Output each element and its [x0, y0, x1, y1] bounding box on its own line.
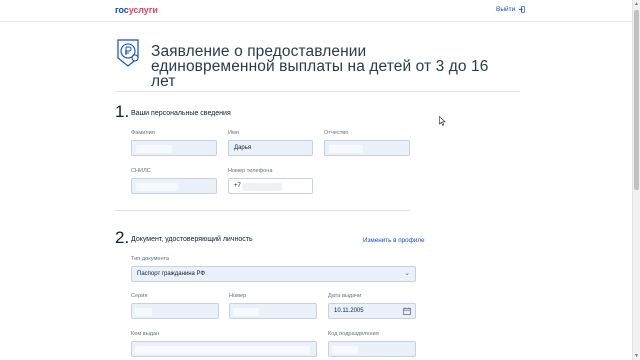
- redacted-mask: [136, 144, 172, 153]
- patronymic-label: Отчество: [324, 130, 349, 136]
- gosuslugi-logo[interactable]: госуслуги: [115, 5, 158, 15]
- phone-prefix: +7: [234, 183, 241, 189]
- division-code-field[interactable]: [328, 341, 416, 357]
- top-bar: госуслуги Выйти: [0, 0, 632, 22]
- redacted-mask: [135, 345, 310, 354]
- section-title-personal: Ваши персональные сведения: [131, 110, 231, 117]
- page-title: Заявление о предоставлении единовременно…: [151, 43, 489, 90]
- name-field[interactable]: Дарья: [228, 140, 313, 156]
- doc-type-value: Паспорт гражданина РФ: [137, 271, 206, 277]
- scroll-up-arrow-icon[interactable]: ▲: [634, 1, 639, 7]
- number-label: Номер: [229, 293, 247, 299]
- issue-date-label: Дата выдачи: [328, 293, 362, 299]
- logout-label: Выйти: [496, 6, 516, 13]
- issued-by-label: Кем выдан: [131, 331, 160, 337]
- section-divider: [115, 210, 410, 211]
- redacted-mask: [329, 144, 363, 153]
- surname-label: Фамилия: [131, 130, 155, 136]
- redacted-mask: [233, 307, 259, 316]
- calendar-icon[interactable]: [403, 307, 411, 315]
- number-field[interactable]: [229, 303, 317, 319]
- logout-icon: [518, 6, 525, 13]
- series-label: Серия: [131, 293, 148, 299]
- snils-field[interactable]: [131, 178, 217, 194]
- doc-type-label: Тип документа: [131, 256, 170, 262]
- title-divider: [115, 91, 520, 92]
- redacted-mask: [332, 345, 358, 354]
- issue-date-value: 10.11.2005: [334, 308, 364, 314]
- edit-in-profile-link[interactable]: Изменить в профиле: [363, 237, 425, 244]
- redacted-mask: [242, 182, 282, 191]
- doc-type-select[interactable]: Паспорт гражданина РФ ⌄: [131, 266, 416, 282]
- step-number-2: 2.: [115, 228, 130, 247]
- snils-label: СНИЛС: [131, 168, 151, 174]
- logout-button[interactable]: Выйти: [496, 6, 525, 13]
- surname-field[interactable]: [131, 140, 217, 156]
- section-title-identity-document: Документ, удостоверяющий личность: [131, 236, 253, 243]
- ruble-coins-icon: [117, 39, 139, 67]
- issued-by-field[interactable]: [131, 341, 317, 357]
- mouse-pointer-icon: [439, 116, 446, 126]
- page-scrollbar[interactable]: ▲ ▼: [632, 0, 640, 360]
- scrollbar-thumb[interactable]: [634, 10, 639, 190]
- redacted-mask: [136, 182, 178, 191]
- phone-label: Номер телефона: [228, 168, 273, 174]
- redacted-mask: [135, 307, 152, 316]
- name-label: Имя: [228, 130, 239, 136]
- scroll-down-arrow-icon[interactable]: ▼: [634, 353, 639, 359]
- logo-uslugi-text: услуги: [128, 5, 158, 15]
- issue-date-field[interactable]: 10.11.2005: [328, 303, 416, 319]
- name-value: Дарья: [234, 145, 252, 151]
- patronymic-field[interactable]: [324, 140, 410, 156]
- division-code-label: Код подразделения: [328, 331, 379, 337]
- logo-gos-text: гос: [115, 5, 129, 15]
- step-number-1: 1.: [115, 102, 130, 121]
- chevron-down-icon: ⌄: [404, 270, 410, 277]
- series-field[interactable]: [131, 303, 219, 319]
- phone-field[interactable]: +7: [228, 178, 313, 194]
